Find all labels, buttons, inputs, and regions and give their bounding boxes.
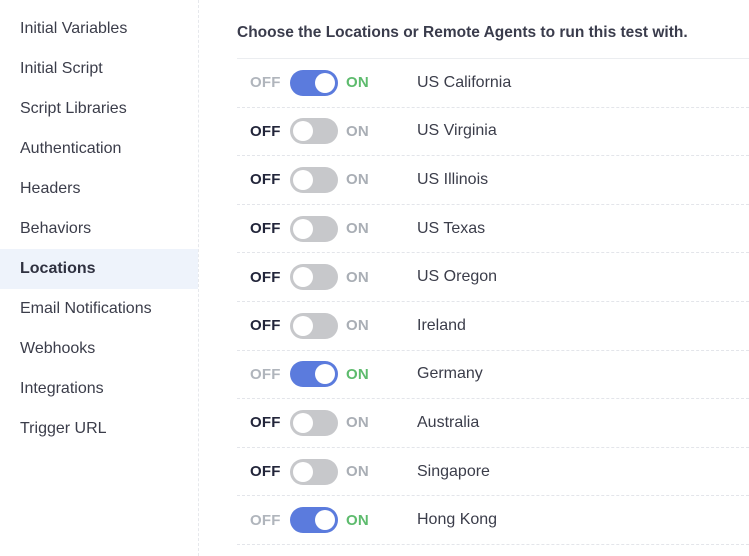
on-label: ON — [346, 122, 369, 140]
on-label: ON — [346, 463, 369, 481]
sidebar-item-webhooks[interactable]: Webhooks — [0, 329, 198, 369]
toggle-knob — [293, 315, 313, 336]
locations-settings-page: Initial Variables Initial Script Script … — [0, 0, 749, 556]
sidebar-item-script-libraries[interactable]: Script Libraries — [0, 89, 198, 129]
on-label: ON — [346, 171, 369, 189]
locations-instructions: Choose the Locations or Remote Agents to… — [237, 24, 688, 41]
location-row: OFF ON US Virginia — [237, 108, 749, 157]
on-label: ON — [346, 74, 369, 92]
location-row: OFF ON Germany — [237, 351, 749, 400]
toggle-knob — [293, 169, 313, 190]
location-name: US Illinois — [417, 170, 489, 188]
location-row: OFF ON US Texas — [237, 205, 749, 254]
sidebar-item-initial-script[interactable]: Initial Script — [0, 49, 198, 89]
off-label: OFF — [250, 268, 281, 286]
sidebar-item-locations[interactable]: Locations — [0, 249, 198, 289]
location-toggle[interactable] — [290, 409, 338, 436]
location-toggle[interactable] — [290, 507, 338, 534]
location-row: OFF ON Australia — [237, 399, 749, 448]
locations-panel: Choose the Locations or Remote Agents to… — [237, 0, 749, 556]
sidebar-item-authentication[interactable]: Authentication — [0, 129, 198, 169]
off-label: OFF — [250, 511, 281, 529]
toggle-knob — [315, 72, 335, 93]
toggle-knob — [315, 510, 335, 531]
on-label: ON — [346, 365, 369, 383]
off-label: OFF — [250, 74, 281, 92]
locations-list: OFF ON US California OFF ON US Virginia … — [237, 58, 749, 545]
on-label: ON — [346, 268, 369, 286]
location-name: US Texas — [417, 219, 486, 237]
sidebar-item-email-notifications[interactable]: Email Notifications — [0, 289, 198, 329]
location-name: Germany — [417, 365, 483, 383]
sidebar-item-trigger-url[interactable]: Trigger URL — [0, 409, 198, 449]
location-name: Hong Kong — [417, 511, 498, 529]
settings-sidebar: Initial Variables Initial Script Script … — [0, 0, 199, 556]
location-toggle[interactable] — [290, 312, 338, 339]
location-name: Ireland — [417, 316, 466, 334]
location-row: OFF ON Ireland — [237, 302, 749, 351]
on-label: ON — [346, 414, 369, 432]
on-label: ON — [346, 317, 369, 335]
location-toggle[interactable] — [290, 166, 338, 193]
toggle-knob — [293, 218, 313, 239]
location-toggle[interactable] — [290, 458, 338, 485]
toggle-knob — [315, 364, 335, 385]
location-row: OFF ON US Illinois — [237, 156, 749, 205]
location-row: OFF ON US Oregon — [237, 253, 749, 302]
off-label: OFF — [250, 171, 281, 189]
toggle-knob — [293, 267, 313, 288]
off-label: OFF — [250, 463, 281, 481]
on-label: ON — [346, 511, 369, 529]
off-label: OFF — [250, 414, 281, 432]
on-label: ON — [346, 220, 369, 238]
location-name: Singapore — [417, 462, 490, 480]
sidebar-item-headers[interactable]: Headers — [0, 169, 198, 209]
location-row: OFF ON Hong Kong — [237, 496, 749, 545]
location-name: Australia — [417, 413, 480, 431]
location-toggle[interactable] — [290, 118, 338, 145]
off-label: OFF — [250, 122, 281, 140]
toggle-knob — [293, 412, 313, 433]
location-name: US Virginia — [417, 122, 497, 140]
location-name: US California — [417, 73, 512, 91]
sidebar-item-behaviors[interactable]: Behaviors — [0, 209, 198, 249]
off-label: OFF — [250, 317, 281, 335]
toggle-knob — [293, 121, 313, 142]
location-row: OFF ON US California — [237, 59, 749, 108]
off-label: OFF — [250, 365, 281, 383]
location-toggle[interactable] — [290, 264, 338, 291]
location-row: OFF ON Singapore — [237, 448, 749, 497]
location-toggle[interactable] — [290, 69, 338, 96]
off-label: OFF — [250, 220, 281, 238]
sidebar-item-integrations[interactable]: Integrations — [0, 369, 198, 409]
toggle-knob — [293, 461, 313, 482]
sidebar-item-initial-variables[interactable]: Initial Variables — [0, 9, 198, 49]
location-toggle[interactable] — [290, 361, 338, 388]
location-toggle[interactable] — [290, 215, 338, 242]
location-name: US Oregon — [417, 268, 498, 286]
